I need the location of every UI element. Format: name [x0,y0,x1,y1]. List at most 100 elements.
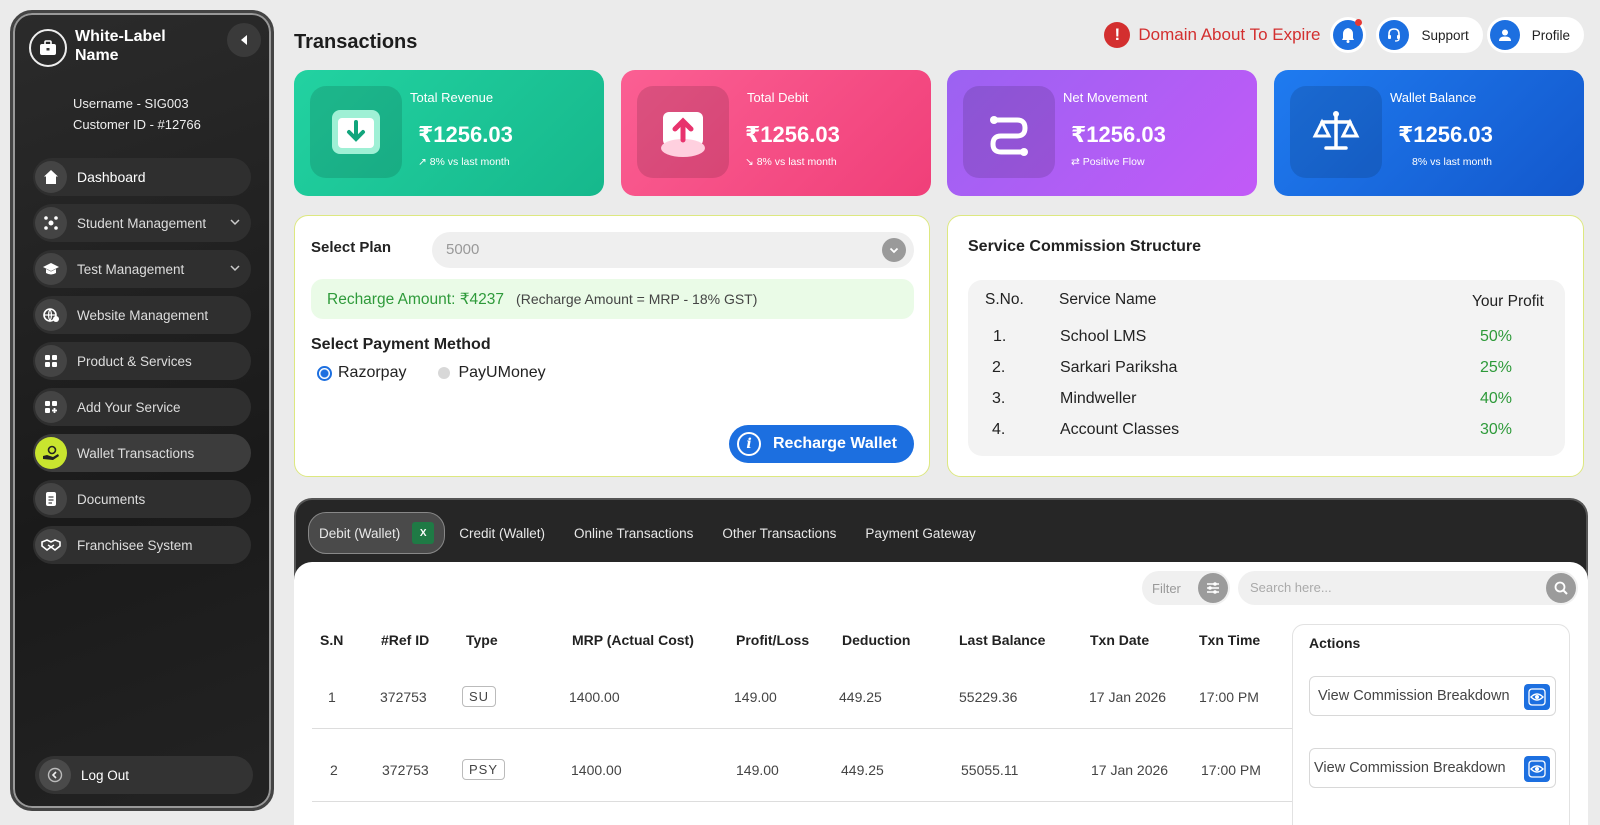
graduation-cap-icon [35,253,67,285]
commission-profit: 25% [1480,359,1513,376]
alert-text: Domain About To Expire [1138,25,1321,44]
tab-payment-gateway[interactable]: Payment Gateway [865,526,975,541]
view-commission-breakdown-button[interactable]: View Commission Breakdown [1309,748,1556,788]
cell-type-badge: PSY [462,759,506,780]
commission-service: Account Classes [1060,421,1180,438]
payment-method-label: Select Payment Method [311,336,491,353]
sidebar-item-dashboard[interactable]: Dashboard [33,158,251,196]
filter-control[interactable]: Filter [1142,571,1230,605]
plan-select[interactable]: 5000 [432,232,914,268]
profile-button[interactable]: Profile [1486,17,1584,53]
actions-column: Actions View Commission Breakdown View C… [1292,624,1570,825]
card-subtext: ↘ 8% vs last month [745,156,837,168]
brand: White-Label Name [29,27,195,67]
excel-export-icon[interactable]: X [412,522,435,544]
cell-deduction: 449.25 [839,689,882,705]
cell-mrp: 1400.00 [571,762,622,778]
cell-txn-time: 17:00 PM [1199,689,1259,705]
support-label: Support [1421,27,1469,43]
sidebar-item-label: Wallet Transactions [77,445,195,461]
tab-online-transactions[interactable]: Online Transactions [574,526,693,541]
tab-credit-wallet[interactable]: Credit (Wallet) [459,526,545,541]
commission-profit: 40% [1480,390,1513,407]
card-label: Total Debit [747,90,809,105]
commission-sno: 1. [993,328,1007,345]
radio-razorpay[interactable] [317,365,332,381]
card-value: ₹1256.03 [418,122,513,147]
sidebar-item-documents[interactable]: Documents [33,480,251,518]
profile-label: Profile [1531,27,1570,43]
sliders-icon[interactable] [1198,573,1228,603]
commission-service: School LMS [1060,328,1147,345]
card-subtext: ↗ 8% vs last month [418,156,510,168]
commission-profit: 30% [1480,421,1513,438]
sidebar-item-product-services[interactable]: Product & Services [33,342,251,380]
cell-ref-id: 372753 [382,762,429,778]
cell-last-balance: 55055.11 [961,762,1019,778]
page-title: Transactions [294,31,418,53]
commission-header-sno: S.No. [985,291,1024,308]
transactions-section: Debit (Wallet) X Credit (Wallet) Online … [294,498,1588,825]
sidebar-item-website-management[interactable]: Website Management [33,296,251,334]
col-header-mrp: MRP (Actual Cost) [572,632,694,648]
notifications-button[interactable] [1330,17,1367,53]
cell-type-badge: SU [462,686,497,707]
radio-payumoney-label[interactable]: PayUMoney [458,364,545,382]
card-subtext: 8% vs last month [1412,156,1492,168]
money-hand-icon [35,437,67,469]
route-icon [963,86,1055,178]
info-icon: i [737,432,761,456]
tab-label: Debit (Wallet) [319,525,401,541]
sidebar-item-student-management[interactable]: Student Management [33,204,251,242]
radio-payumoney[interactable] [438,367,451,379]
search-input[interactable]: Search here... [1238,571,1578,605]
recharge-wallet-button[interactable]: i Recharge Wallet [729,425,914,463]
sidebar-item-franchisee-system[interactable]: Franchisee System [33,526,251,564]
radio-razorpay-label[interactable]: Razorpay [338,364,406,382]
cell-profit-loss: 149.00 [734,689,777,705]
eye-icon[interactable] [1524,684,1550,710]
headset-icon [1379,20,1410,50]
view-commission-label: View Commission Breakdown [1318,688,1510,704]
recharge-wallet-label: Recharge Wallet [773,435,897,452]
sidebar-item-add-service[interactable]: Add Your Service [33,388,251,426]
search-icon[interactable] [1546,573,1576,603]
globe-gear-icon [35,299,67,331]
handshake-icon [35,529,67,561]
users-network-icon [35,207,67,239]
col-header-type: Type [466,632,498,648]
col-header-txn-date: Txn Date [1090,632,1150,648]
payment-method-options: Razorpay PayUMoney [317,364,546,382]
tab-debit-wallet[interactable]: Debit (Wallet) X [308,512,446,554]
row-divider [312,728,1292,729]
commission-service: Sarkari Pariksha [1060,359,1178,376]
col-header-last-balance: Last Balance [959,632,1046,648]
collapse-sidebar-button[interactable] [227,23,261,57]
commission-profit: 50% [1480,328,1513,345]
eye-icon[interactable] [1524,756,1550,782]
card-label: Wallet Balance [1390,90,1477,105]
view-commission-breakdown-button[interactable]: View Commission Breakdown [1309,676,1556,716]
sidebar-item-wallet-transactions[interactable]: Wallet Transactions [33,434,251,472]
search-placeholder: Search here... [1250,580,1332,595]
card-label: Total Revenue [410,90,494,105]
cell-txn-date: 17 Jan 2026 [1091,762,1169,778]
commission-service: Mindweller [1060,390,1137,407]
card-value: ₹1256.03 [1398,122,1493,147]
logout-button[interactable]: Log Out [35,756,253,794]
commission-header-service: Service Name [1059,291,1157,308]
card-value: ₹1256.03 [745,122,840,147]
logout-icon [39,759,71,791]
download-box-icon [310,86,402,178]
total-debit-card: Total Debit ₹1256.03 ↘ 8% vs last month [621,70,931,196]
domain-expire-alert[interactable]: ! Domain About To Expire [1104,22,1320,48]
card-subtext: ⇄ Positive Flow [1071,156,1145,168]
chevron-down-icon [230,219,240,226]
net-movement-card: Net Movement ₹1256.03 ⇄ Positive Flow [947,70,1257,196]
tab-other-transactions[interactable]: Other Transactions [722,526,836,541]
recharge-amount-info: Recharge Amount: ₹4237 (Recharge Amount … [311,279,914,319]
sidebar-item-label: Website Management [77,307,209,323]
support-button[interactable]: Support [1376,17,1483,53]
col-header-actions: Actions [1309,635,1361,651]
sidebar-item-test-management[interactable]: Test Management [33,250,251,288]
